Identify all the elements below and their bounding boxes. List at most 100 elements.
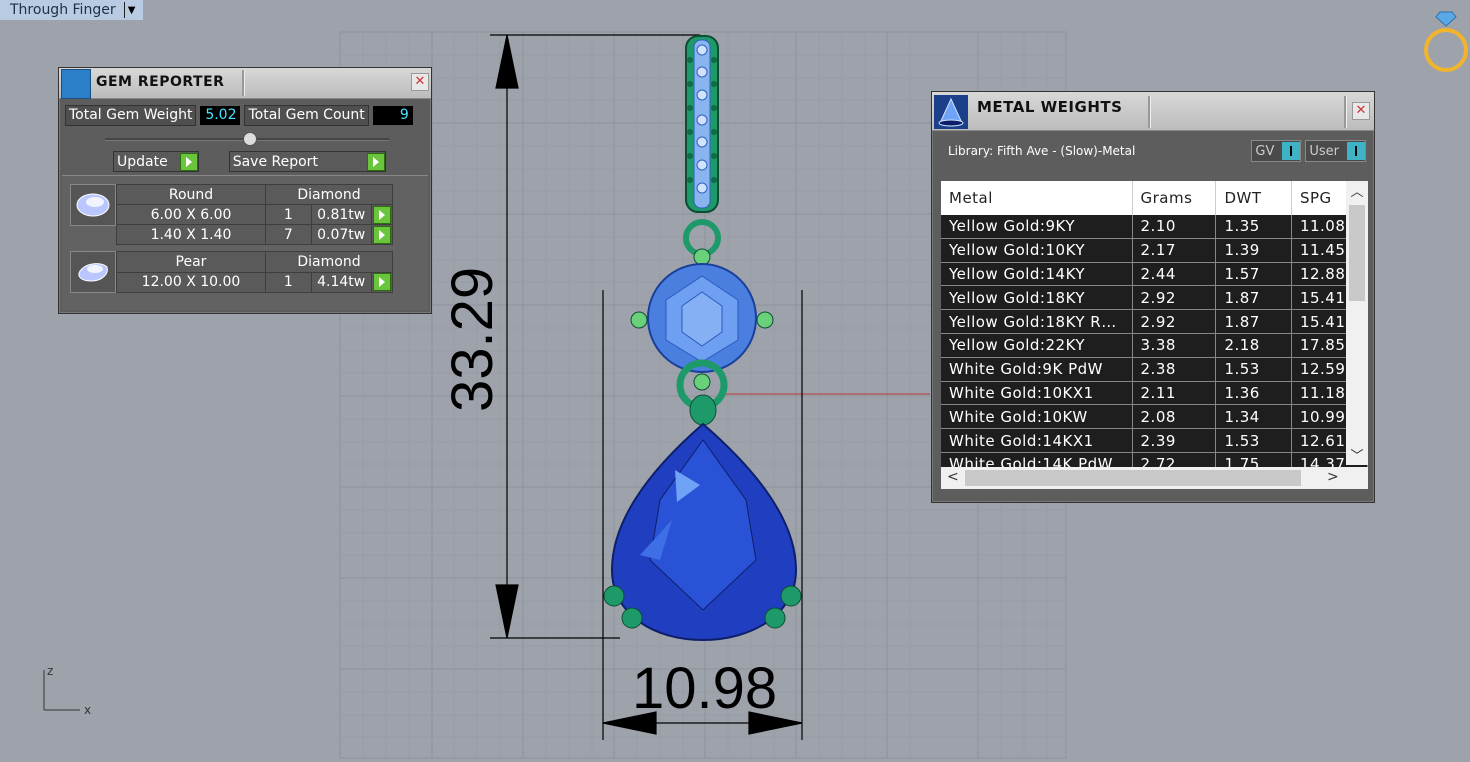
gem-qty: 1 [265,271,312,293]
gem-shape: Pear [116,251,266,273]
grams-cell: 2.92 [1132,309,1217,334]
gem-size: 6.00 X 6.00 [116,204,266,225]
toggle-icon[interactable] [1282,142,1301,160]
table-row[interactable]: Yellow Gold:9KY 2.10 1.35 11.08 [941,215,1368,239]
metal-table[interactable]: Metal Grams DWT SPG Yellow Gold:9KY 2.10 1… [941,181,1368,489]
grams-cell: 2.44 [1132,262,1217,287]
metal-cell: White Gold:14KX1 [941,428,1133,453]
metal-cell: Yellow Gold:18KY R… [941,309,1133,334]
total-gem-weight-value: 5.02 [200,105,241,125]
gem-shape: Round [116,184,266,205]
table-row[interactable]: Yellow Gold:18KY 2.92 1.87 15.41 [941,285,1368,311]
gem-qty: 1 [265,204,312,225]
total-gem-weight-label: Total Gem Weight [65,104,197,126]
metal-weights-title: METAL WEIGHTS [977,98,1123,116]
gv-toggle-label: GV [1255,143,1275,159]
gem-size: 12.00 X 10.00 [116,271,266,293]
play-icon[interactable] [372,205,391,224]
metal-cell: Yellow Gold:9KY [941,215,1133,239]
table-row[interactable]: White Gold:9K PdW 2.38 1.53 12.59 [941,357,1368,382]
dwt-cell: 1.36 [1215,381,1292,406]
slider-knob[interactable] [243,132,257,146]
library-label: Library: Fifth Ave - (Slow)-Metal [948,144,1136,158]
play-icon[interactable] [179,152,198,171]
scroll-down-icon[interactable]: ﹀ [1346,445,1368,465]
dwt-cell: 1.53 [1215,428,1292,453]
dwt-cell: 1.34 [1215,404,1292,430]
total-gem-count-label: Total Gem Count [244,104,369,126]
scroll-right-icon[interactable]: > [1327,469,1339,485]
scroll-up-icon[interactable]: ︿ [1346,181,1368,201]
grams-cell: 2.38 [1132,357,1217,382]
scrollbar-thumb[interactable] [965,470,1301,486]
round-gem-thumbnail[interactable] [70,184,116,226]
dwt-cell: 1.87 [1215,309,1292,334]
gem-group-round[interactable]: Round Diamond 6.00 X 6.00 1 0.81tw 1.40 … [70,184,394,245]
width-dimension-text: 10.98 [632,656,777,721]
axis-z-label: z [47,664,53,678]
gem-reporter-titlebar[interactable]: GEM REPORTER ✕ [59,68,431,99]
metal-cell: Yellow Gold:22KY [941,333,1133,358]
horizontal-scrollbar[interactable]: < > [941,467,1368,489]
dwt-cell: 1.87 [1215,285,1292,311]
table-row[interactable]: White Gold:14KX1 2.39 1.53 12.61 [941,428,1368,453]
column-header-dwt[interactable]: DWT [1215,181,1292,215]
viewport-label-text: Through Finger [10,2,116,18]
close-icon[interactable]: ✕ [1352,102,1370,120]
play-icon[interactable] [372,225,391,244]
chevron-down-icon[interactable]: ▼ [123,2,139,18]
column-header-metal[interactable]: Metal [941,181,1133,215]
metal-cell: Yellow Gold:18KY [941,285,1133,311]
scroll-left-icon[interactable]: < [947,469,959,485]
metal-cell: Yellow Gold:14KY [941,262,1133,287]
dwt-cell: 1.39 [1215,238,1292,263]
ring-icon[interactable] [1422,8,1470,76]
grams-cell: 2.39 [1132,428,1217,453]
gem-qty: 7 [265,224,312,245]
update-button-label: Update [117,153,168,170]
table-row[interactable]: Yellow Gold:14KY 2.44 1.57 12.88 [941,262,1368,287]
axes-indicator: z x [43,664,91,717]
metal-cell: White Gold:10KW [941,404,1133,430]
gem-weight: 4.14tw [310,271,372,293]
table-row[interactable]: White Gold:10KW 2.08 1.34 10.99 [941,404,1368,430]
metal-weights-panel[interactable]: METAL WEIGHTS ✕ Library: Fifth Ave - (Sl… [931,91,1375,503]
gem-group-pear[interactable]: Pear Diamond 12.00 X 10.00 1 4.14tw [70,251,394,293]
table-row[interactable]: White Gold:10KX1 2.11 1.36 11.18 [941,381,1368,406]
metal-weights-titlebar[interactable]: METAL WEIGHTS ✕ [932,92,1374,131]
gem-weight: 0.07tw [310,224,372,245]
gem-reporter-icon [61,69,91,99]
metal-cell: Yellow Gold:10KY [941,238,1133,263]
save-report-label: Save Report [232,153,318,170]
play-icon[interactable] [372,273,391,292]
pear-gem-thumbnail[interactable] [70,251,116,293]
viewport-label[interactable]: Through Finger ▼ [0,0,143,20]
gem-reporter-title: GEM REPORTER [96,74,225,90]
metal-cell: White Gold:9K PdW [941,357,1133,382]
grams-cell: 2.11 [1132,381,1217,406]
total-gem-count-value: 9 [372,105,413,125]
toggle-icon[interactable] [1347,142,1365,160]
save-report-button[interactable]: Save Report [228,151,386,172]
gem-material: Diamond [265,251,393,273]
gem-reporter-panel[interactable]: GEM REPORTER ✕ Total Gem Weight 5.02 Tot… [58,67,432,314]
column-header-grams[interactable]: Grams [1132,181,1217,215]
table-row[interactable]: Yellow Gold:22KY 3.38 2.18 17.85 [941,333,1368,358]
table-row[interactable]: Yellow Gold:18KY R… 2.92 1.87 15.41 [941,309,1368,334]
user-toggle-label: User [1309,143,1339,159]
viewport[interactable]: 33.29 10.98 Through Finger ▼ z x GEM REP… [0,0,1470,762]
play-icon[interactable] [366,152,385,171]
grams-cell: 2.92 [1132,285,1217,311]
grams-cell: 2.10 [1132,215,1217,239]
update-button[interactable]: Update [113,151,199,172]
vertical-scrollbar[interactable]: ︿ ﹀ [1346,181,1368,465]
dwt-cell: 1.53 [1215,357,1292,382]
user-toggle[interactable]: User [1305,140,1366,162]
height-dimension-text: 33.29 [440,267,505,412]
gem-slider[interactable] [105,132,389,146]
gv-toggle[interactable]: GV [1251,140,1302,162]
table-row[interactable]: Yellow Gold:10KY 2.17 1.39 11.45 [941,238,1368,263]
metal-weights-icon [934,95,968,129]
close-icon[interactable]: ✕ [411,73,429,91]
scrollbar-thumb[interactable] [1349,205,1365,301]
